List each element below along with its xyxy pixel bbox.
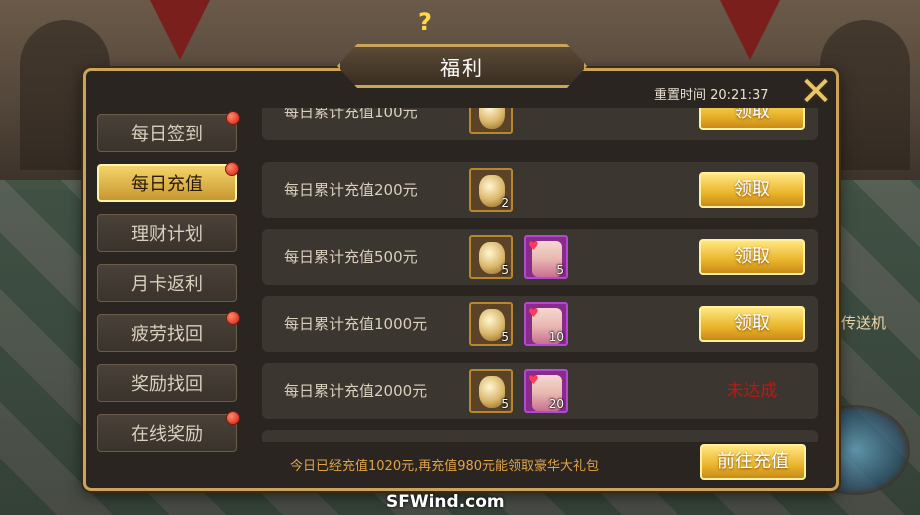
reward-row: 每日累计充值100元 领取 — [262, 108, 818, 140]
sidebar-item-2[interactable]: 每日充值 — [97, 162, 239, 202]
panel-title: 福利 — [337, 44, 587, 88]
notification-dot-icon — [226, 311, 240, 325]
sidebar-item-4[interactable]: 月卡返利 — [97, 264, 237, 302]
sidebar-item-label: 理财计划 — [131, 224, 203, 245]
vase-icon[interactable]: 5 — [469, 235, 513, 279]
sidebar-item-label: 奖励找回 — [131, 374, 203, 395]
recharge-status-text: 今日已经充值1020元,再充值980元能领取豪华大礼包 — [290, 459, 600, 474]
sidebar-item-3[interactable]: 理财计划 — [97, 214, 237, 252]
claim-button[interactable]: 领取 — [699, 172, 805, 208]
item-count: 2 — [501, 196, 509, 210]
reward-row-partial — [262, 430, 818, 442]
vase-icon[interactable]: 5 — [469, 302, 513, 346]
heart-icon: ♥ — [528, 239, 539, 253]
sidebar-item-label: 疲劳找回 — [131, 324, 203, 345]
heart-icon: ♥ — [528, 306, 539, 320]
not-reached-status: 未达成 — [726, 381, 778, 401]
close-icon[interactable]: ✕ — [796, 72, 836, 112]
portrait-icon[interactable]: ♥ 10 — [524, 302, 568, 346]
claim-button[interactable]: 领取 — [699, 108, 805, 130]
watermark: SFWind.com — [386, 492, 505, 512]
item-count: 20 — [548, 397, 564, 411]
item-count: 5 — [501, 330, 509, 344]
claim-button[interactable]: 领取 — [699, 239, 805, 275]
notification-dot-icon — [225, 162, 239, 176]
item-count: 5 — [501, 397, 509, 411]
sidebar-item-5[interactable]: 疲劳找回 — [97, 311, 240, 352]
goto-recharge-button[interactable]: 前往充值 — [700, 444, 806, 480]
reward-row-label: 每日累计充值1000元 — [284, 315, 428, 333]
sidebar-item-1[interactable]: 每日签到 — [97, 111, 240, 152]
sidebar-item-label: 每日充值 — [131, 174, 203, 195]
reset-time: 重置时间 20:21:37 — [654, 88, 769, 103]
reward-row: 每日累计充值2000元 5 ♥ 20 未达成 — [262, 363, 818, 419]
portrait-icon[interactable]: ♥ 20 — [524, 369, 568, 413]
reward-row-label: 每日累计充值500元 — [284, 248, 418, 266]
vase-icon[interactable]: 5 — [469, 369, 513, 413]
reward-list[interactable]: 每日累计充值100元 领取 每日累计充值200元 2 领取 每日累计充值500元 5 ♥ 5 领取… — [262, 108, 818, 442]
vase-icon[interactable]: 2 — [469, 168, 513, 212]
sidebar-item-label: 在线奖励 — [131, 424, 203, 445]
notification-dot-icon — [226, 411, 240, 425]
reward-row-label: 每日累计充值100元 — [284, 108, 418, 121]
sidebar-item-label: 每日签到 — [131, 124, 203, 145]
sidebar-item-7[interactable]: 在线奖励 — [97, 411, 240, 452]
item-count: 10 — [548, 330, 564, 344]
question-icon[interactable]: ? — [413, 8, 437, 38]
item-count: 5 — [501, 263, 509, 277]
sidebar-item-6[interactable]: 奖励找回 — [97, 364, 237, 402]
vase-icon[interactable] — [469, 108, 513, 134]
treasure-vase — [479, 108, 505, 129]
reward-row-label: 每日累计充值2000元 — [284, 382, 428, 400]
reward-row: 每日累计充值500元 5 ♥ 5 领取 — [262, 229, 818, 285]
heart-icon: ♥ — [528, 373, 539, 387]
portrait-icon[interactable]: ♥ 5 — [524, 235, 568, 279]
claim-button[interactable]: 领取 — [699, 306, 805, 342]
reward-row: 每日累计充值1000元 5 ♥ 10 领取 — [262, 296, 818, 352]
sidebar-item-label: 月卡返利 — [131, 274, 203, 295]
item-count: 5 — [556, 263, 564, 277]
reward-row-label: 每日累计充值200元 — [284, 181, 418, 199]
notification-dot-icon — [226, 111, 240, 125]
reward-row: 每日累计充值200元 2 领取 — [262, 162, 818, 218]
